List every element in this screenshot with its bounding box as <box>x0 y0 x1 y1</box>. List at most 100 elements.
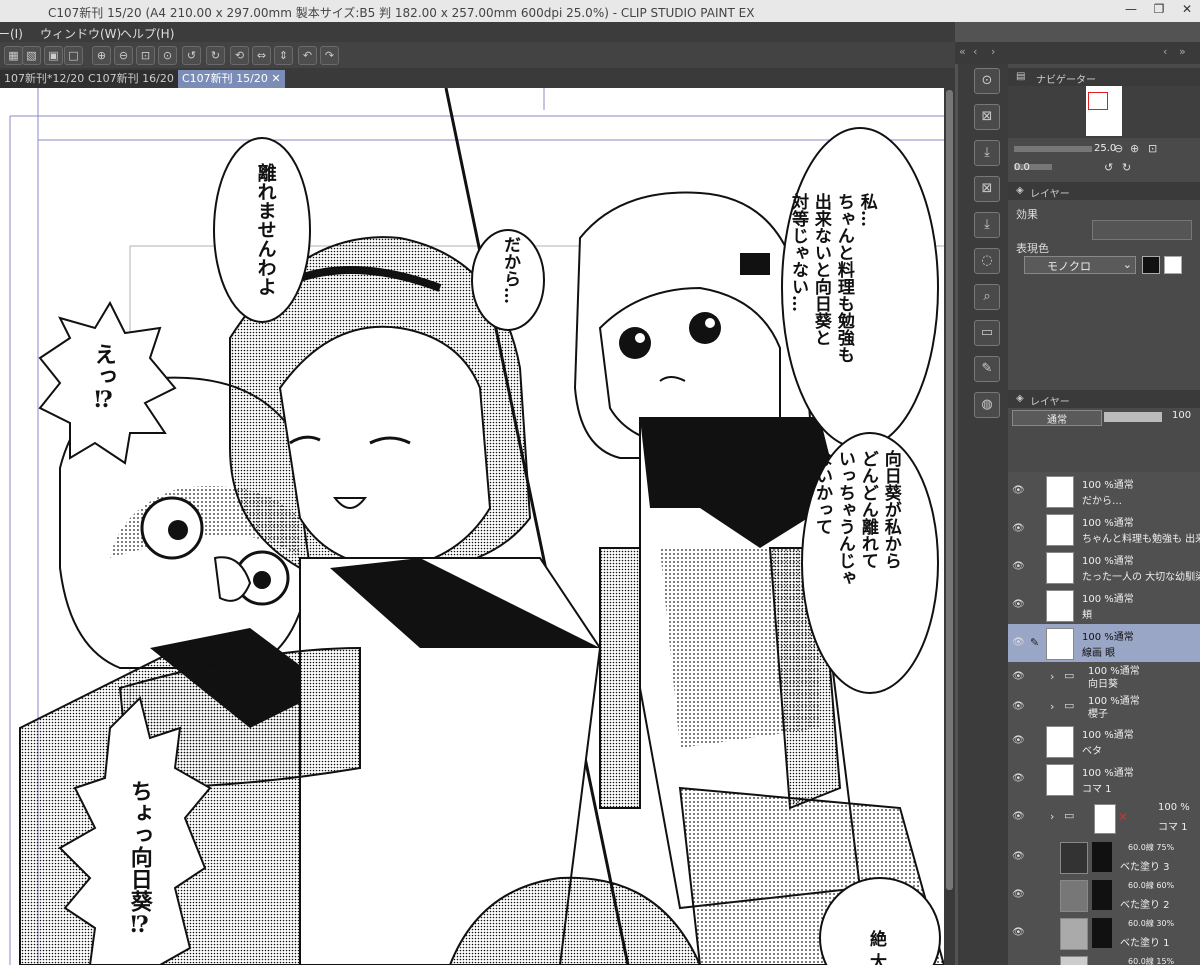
grid-icon[interactable]: ▦ <box>4 46 23 65</box>
layer-mode: 60.0線 30% <box>1128 919 1175 928</box>
tone-layer-row[interactable]: 👁 60.0線 60% ベた塗り 2 <box>1008 876 1200 915</box>
eye-icon[interactable]: 👁 <box>1012 735 1025 746</box>
navigator-tab[interactable]: ナビゲーター <box>1036 71 1096 86</box>
folder-expand-icon[interactable]: › <box>1050 670 1054 683</box>
eye-icon[interactable]: 👁 <box>1012 773 1025 784</box>
zoom-out-icon[interactable]: ⊖ <box>1114 142 1123 155</box>
eye-icon[interactable]: 👁 <box>1012 927 1025 938</box>
layer-thumbnail <box>1060 956 1088 965</box>
eye-icon[interactable]: 👁 <box>1012 701 1025 712</box>
fit-icon[interactable]: ⊡ <box>136 46 155 65</box>
mask-thumbnail <box>1092 880 1112 910</box>
import-icon[interactable]: ⤓ <box>974 212 1000 238</box>
search-layer-icon[interactable]: ⌕ <box>974 284 1000 310</box>
tab-c107-16[interactable]: C107新刊 16/20 ✕ <box>84 70 191 88</box>
layer-name: 櫻子 <box>1088 709 1108 720</box>
layer-row[interactable]: 👁 100 %通常頬 <box>1008 586 1200 625</box>
eye-icon[interactable]: 👁 <box>1012 851 1025 862</box>
layer-property-tab[interactable]: レイヤー <box>1030 185 1070 200</box>
menu-item-layer[interactable]: ー(I) <box>0 25 23 42</box>
navigator-icon[interactable]: ⊙ <box>974 68 1000 94</box>
minimize-button[interactable]: — <box>1122 2 1140 18</box>
history-icon[interactable]: ◍ <box>974 392 1000 418</box>
command-bar: ▦ ▧ ▣ □ ⊕ ⊖ ⊡ ⊙ ↺ ↻ ⟲ ⇔ ⇕ ↶ ↷ <box>0 42 955 68</box>
edit-icon[interactable]: ✎ <box>974 356 1000 382</box>
material-icon[interactable]: ⊠ <box>974 176 1000 202</box>
eye-icon[interactable]: 👁 <box>1012 599 1025 610</box>
white-swatch[interactable] <box>1164 256 1182 274</box>
zoom-in-icon[interactable]: ⊕ <box>92 46 111 65</box>
layer-row[interactable]: 👁 100 %通常たった一人の 大切な幼馴染な <box>1008 548 1200 587</box>
flip-vertical-icon[interactable]: ⇕ <box>274 46 293 65</box>
navigator-thumbnail[interactable] <box>1086 86 1122 136</box>
download-icon[interactable]: ⤓ <box>974 140 1000 166</box>
layer-row[interactable]: 👁 100 %通常 だから… <box>1008 472 1200 511</box>
frame-border-icon[interactable]: □ <box>64 46 83 65</box>
mask-thumbnail <box>1092 842 1112 872</box>
ruler-icon[interactable]: ▧ <box>22 46 41 65</box>
tone-layer-row[interactable]: 👁 60.0線 75% ベた塗り 3 <box>1008 838 1200 877</box>
eye-icon[interactable]: 👁 <box>1012 485 1025 496</box>
frame-icon[interactable]: ▣ <box>44 46 63 65</box>
rotate-left-icon[interactable]: ↺ <box>1104 161 1113 174</box>
collapse-left-icon[interactable]: « <box>959 45 966 58</box>
zoom-out-icon[interactable]: ⊖ <box>114 46 133 65</box>
undo-icon[interactable]: ↶ <box>298 46 317 65</box>
folder-expand-icon[interactable]: › <box>1050 700 1054 713</box>
blend-mode-select[interactable]: 通常 <box>1012 410 1102 426</box>
effect-buttons[interactable] <box>1092 220 1192 240</box>
prev-icon[interactable]: ‹ <box>973 45 977 58</box>
rotate-right-icon[interactable]: ↻ <box>1122 161 1131 174</box>
close-button[interactable]: ✕ <box>1178 2 1196 18</box>
comment-icon[interactable]: ◌ <box>974 248 1000 274</box>
navigator-viewport-frame[interactable] <box>1088 92 1108 110</box>
prev-panel-icon[interactable]: ‹ <box>1163 45 1167 58</box>
opacity-slider[interactable] <box>1104 412 1162 422</box>
folder-expand-icon[interactable]: › <box>1050 810 1054 823</box>
navigator-preview[interactable] <box>1008 86 1200 138</box>
eye-icon[interactable]: 👁 <box>1012 889 1025 900</box>
eye-icon[interactable]: 👁 <box>1012 561 1025 572</box>
eye-icon[interactable]: 👁 <box>1012 637 1025 648</box>
flip-horizontal-icon[interactable]: ⇔ <box>252 46 271 65</box>
manga-canvas[interactable]: 離れませんわよ だから… 私… ちゃんと料理も勉強も 出来ないと向日葵と 対等じ… <box>0 88 944 965</box>
menu-item-help[interactable]: ヘルプ(H) <box>120 25 174 42</box>
actual-size-icon[interactable]: ⊙ <box>158 46 177 65</box>
tone-layer-row[interactable]: 👁60.0線 15% <box>1008 952 1200 965</box>
rotate-left-icon[interactable]: ↺ <box>182 46 201 65</box>
eye-icon[interactable]: 👁 <box>1012 523 1025 534</box>
eye-icon[interactable]: 👁 <box>1012 671 1025 682</box>
layer-row[interactable]: 👁 100 %通常 コマ 1 <box>1008 760 1200 799</box>
page-icon[interactable]: ▭ <box>974 320 1000 346</box>
color-mode-select[interactable]: モノクロ ⌄ <box>1024 256 1136 274</box>
eye-icon[interactable]: 👁 <box>1012 811 1025 822</box>
layer-folder-row[interactable]: 👁 › ▭ 100 %通常 向日葵 <box>1008 662 1200 693</box>
reset-rotation-icon[interactable]: ⟲ <box>230 46 249 65</box>
layer-mode: 100 %通常 <box>1082 556 1134 567</box>
zoom-slider[interactable] <box>1014 146 1092 152</box>
canvas-vertical-scrollbar[interactable] <box>944 88 955 965</box>
mask-disabled-icon[interactable]: ✕ <box>1118 810 1128 824</box>
mask-thumbnail <box>1092 918 1112 948</box>
tab-c107-15[interactable]: C107新刊 15/20 ✕ <box>178 70 285 88</box>
next-icon[interactable]: › <box>991 45 995 58</box>
layers-tab[interactable]: レイヤー <box>1030 393 1070 408</box>
zoom-in-icon[interactable]: ⊕ <box>1130 142 1139 155</box>
tone-layer-row[interactable]: 👁 60.0線 30% ベた塗り 1 <box>1008 914 1200 953</box>
collapse-right-icon[interactable]: » <box>1179 45 1186 58</box>
layer-row[interactable]: 👁 100 %通常ちゃんと料理も勉強も 出来な <box>1008 510 1200 549</box>
sub-tool-icon[interactable]: ⊠ <box>974 104 1000 130</box>
fit-icon[interactable]: ⊡ <box>1148 142 1157 155</box>
layer-mode: 100 %通常 <box>1082 632 1134 643</box>
scrollbar-thumb[interactable] <box>946 90 953 890</box>
black-swatch[interactable] <box>1142 256 1160 274</box>
redo-icon[interactable]: ↷ <box>320 46 339 65</box>
menu-item-window[interactable]: ウィンドウ(W) <box>40 25 121 42</box>
frame-folder-row[interactable]: 👁 › ▭ ✕ 100 % コマ 1 <box>1008 798 1200 839</box>
shout-text-2: ちょっ向日葵⁉ <box>126 780 153 938</box>
layer-row[interactable]: 👁 100 %通常 ベタ <box>1008 722 1200 761</box>
restore-button[interactable]: ❐ <box>1150 2 1168 18</box>
layer-folder-row[interactable]: 👁 › ▭ 100 %通常 櫻子 <box>1008 692 1200 723</box>
layer-row-selected[interactable]: 👁 ✎ 100 %通常 線画 眼 <box>1008 624 1200 663</box>
rotate-right-icon[interactable]: ↻ <box>206 46 225 65</box>
